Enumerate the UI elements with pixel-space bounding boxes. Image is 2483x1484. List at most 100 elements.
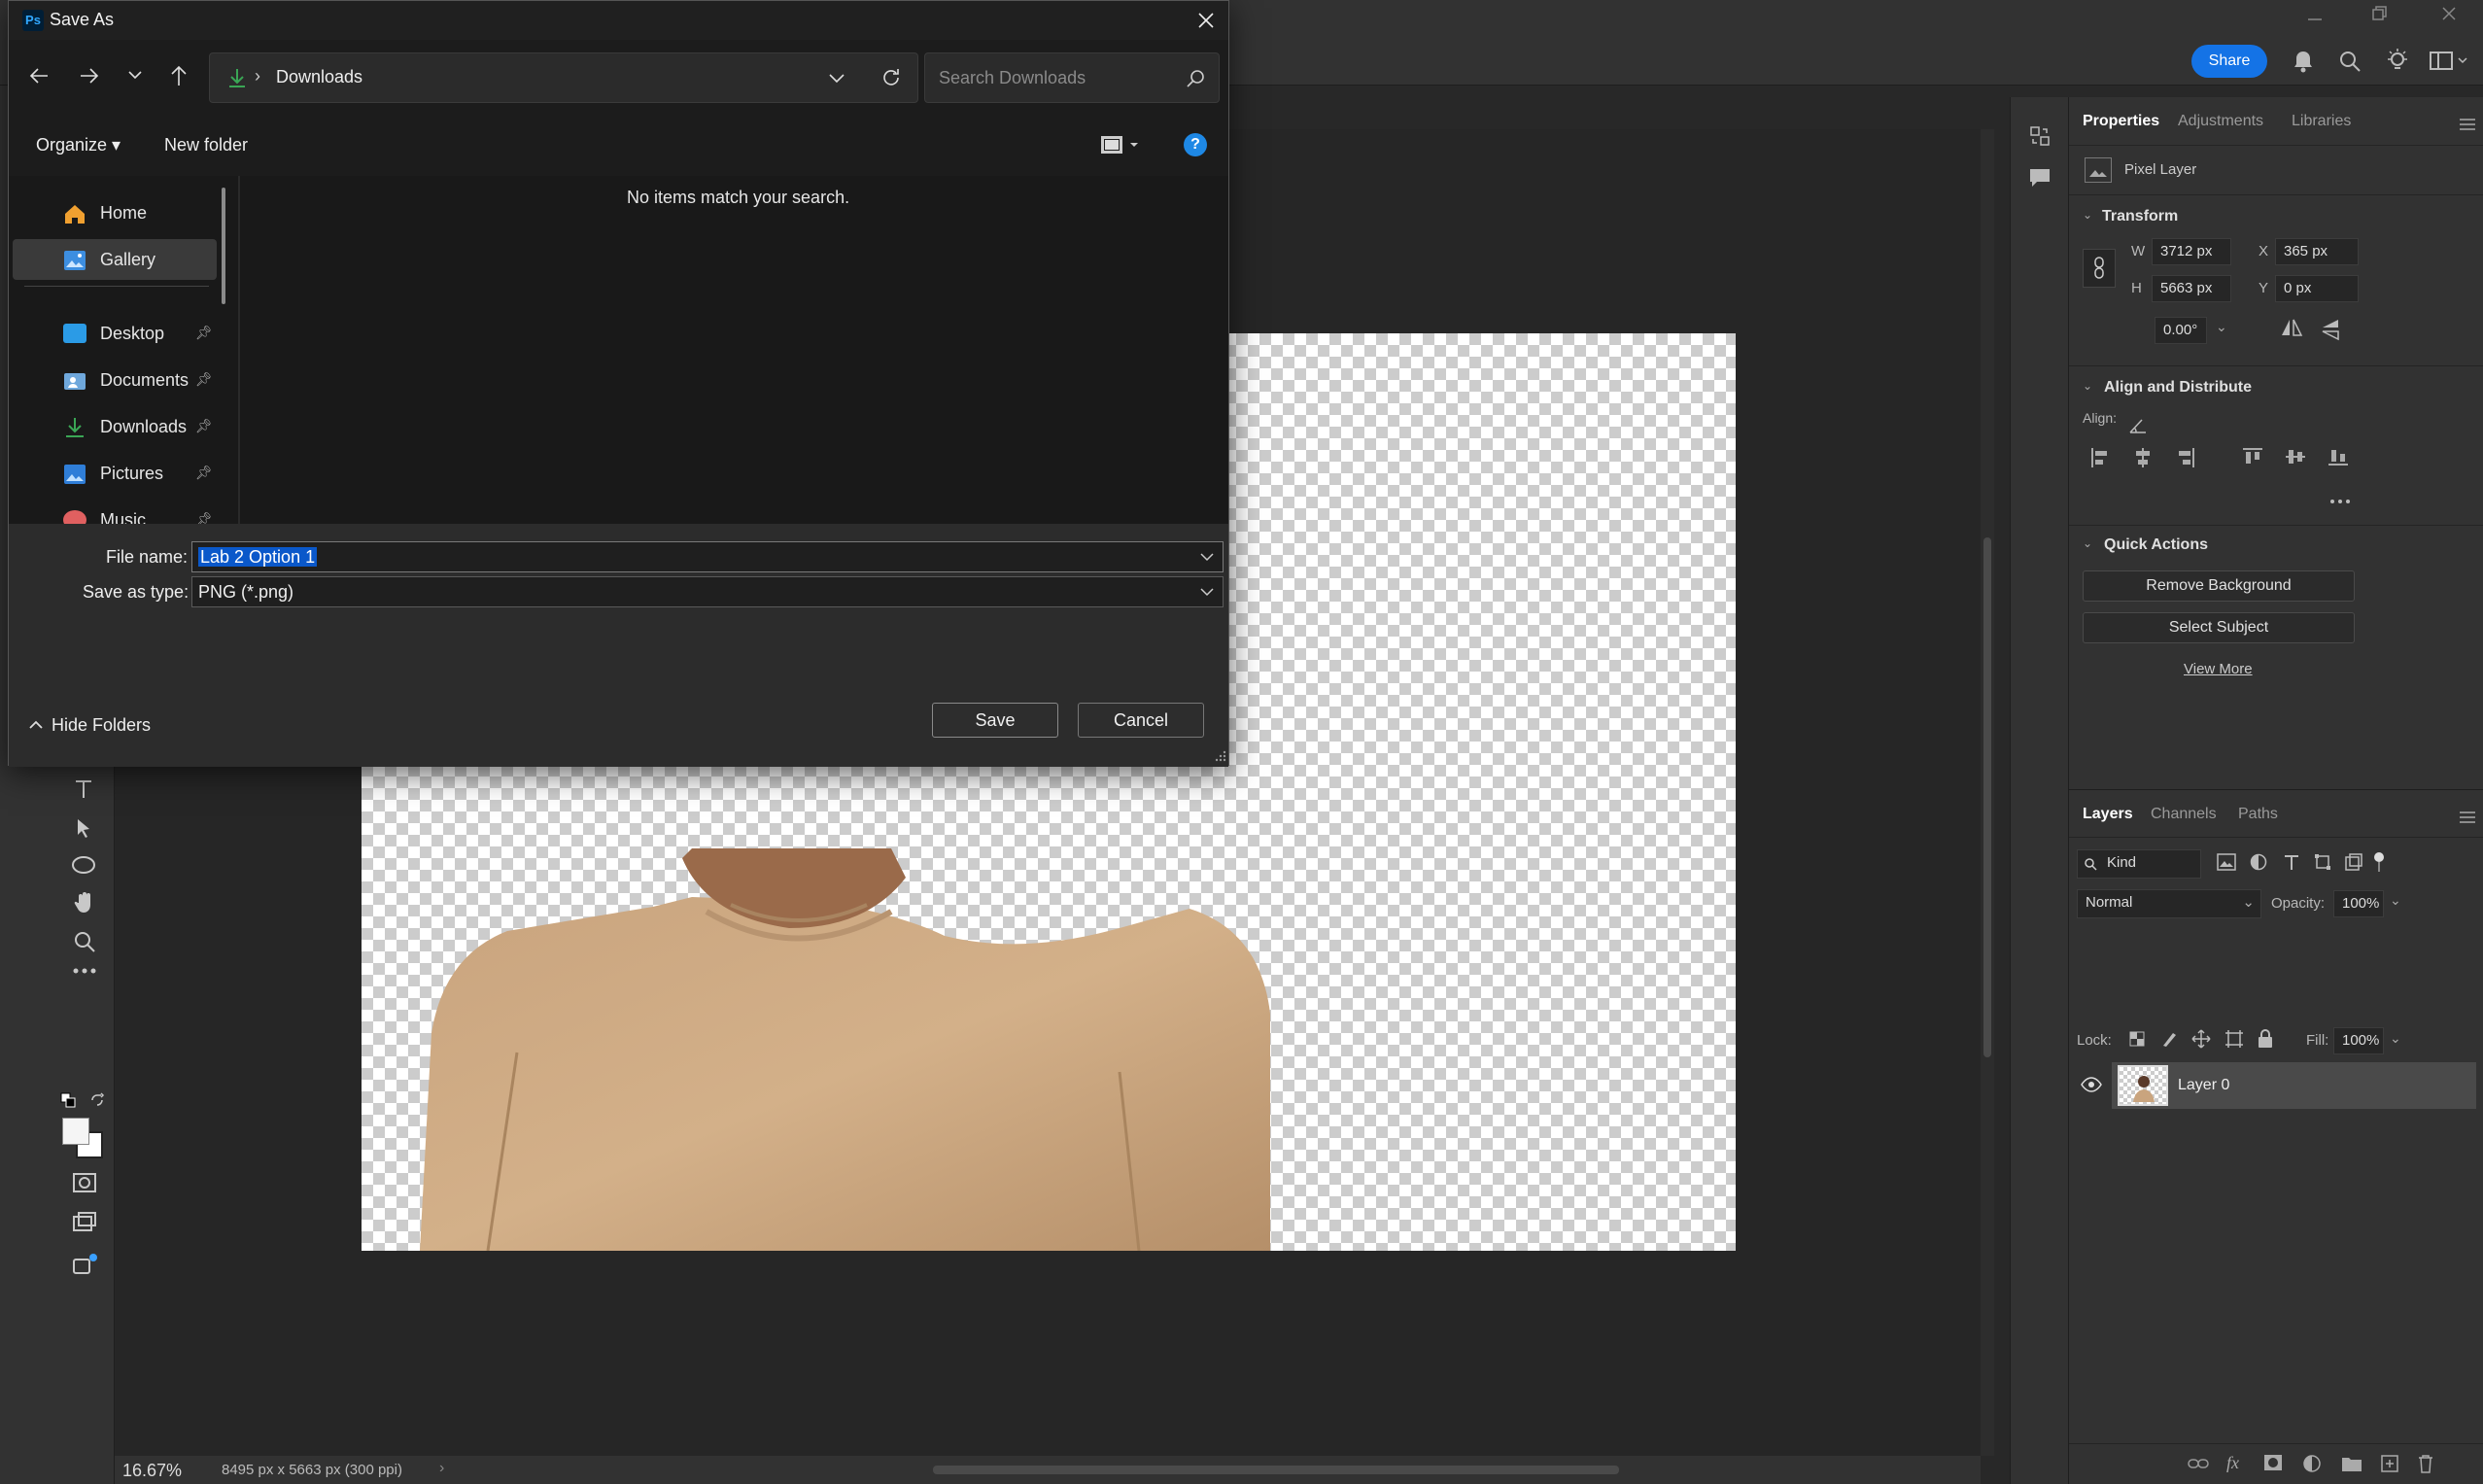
file-name-field[interactable]: Lab 2 Option 1: [191, 541, 1224, 572]
status-expand-icon[interactable]: ›: [439, 1460, 444, 1477]
nav-scrollbar-thumb[interactable]: [222, 188, 225, 304]
sidebar-item-desktop[interactable]: Desktop 📌︎: [13, 313, 217, 354]
vertical-scroll-thumb[interactable]: [1983, 537, 1991, 1057]
sidebar-item-music[interactable]: Music 📌︎: [13, 500, 217, 524]
ellipse-tool-icon[interactable]: [70, 853, 97, 877]
discover-lightbulb-icon[interactable]: [2385, 48, 2410, 75]
new-layer-icon[interactable]: [2380, 1454, 2399, 1473]
angle-field[interactable]: 0.00°: [2155, 317, 2207, 344]
more-tools-icon[interactable]: [72, 966, 97, 976]
help-icon[interactable]: ?: [1184, 133, 1207, 156]
layer-thumbnail[interactable]: [2118, 1065, 2168, 1106]
type-tool-icon[interactable]: [72, 777, 95, 801]
search-icon[interactable]: [2337, 49, 2362, 74]
fill-dropdown-icon[interactable]: ⌄: [2390, 1030, 2401, 1047]
quick-actions-title[interactable]: Quick Actions: [2104, 536, 2208, 554]
sidebar-item-documents[interactable]: Documents 📌︎: [13, 360, 217, 400]
lock-image-pixels-icon[interactable]: [2160, 1030, 2178, 1048]
angle-dropdown-icon[interactable]: ⌄: [2216, 319, 2227, 335]
flip-horizontal-icon[interactable]: [2279, 317, 2304, 338]
close-window-icon[interactable]: [2437, 2, 2461, 25]
align-distribute-title[interactable]: Align and Distribute: [2104, 379, 2252, 397]
blend-mode-dropdown[interactable]: Normal ⌄: [2077, 889, 2261, 918]
sidebar-item-pictures[interactable]: Pictures 📌︎: [13, 453, 217, 494]
x-position-field[interactable]: 365 px: [2275, 238, 2359, 265]
lock-artboard-icon[interactable]: [2224, 1029, 2244, 1049]
width-field[interactable]: 3712 px: [2152, 238, 2231, 265]
new-adjustment-layer-icon[interactable]: [2302, 1454, 2322, 1473]
sidebar-item-home[interactable]: Home: [13, 192, 217, 233]
history-panel-icon[interactable]: [2027, 123, 2052, 149]
canvas-vertical-scrollbar[interactable]: [1981, 129, 1994, 1456]
quick-mask-icon[interactable]: [72, 1172, 97, 1193]
chevron-down-icon[interactable]: ⌄: [2083, 536, 2092, 550]
lock-transparent-pixels-icon[interactable]: [2129, 1031, 2145, 1047]
fill-field[interactable]: 100%: [2333, 1027, 2384, 1054]
tab-channels[interactable]: Channels: [2151, 790, 2217, 833]
kind-filter-dropdown[interactable]: Kind: [2077, 849, 2201, 879]
address-bar[interactable]: › Downloads: [209, 52, 918, 103]
layers-panel-menu-icon[interactable]: [2460, 811, 2475, 823]
notifications-bell-icon[interactable]: [2291, 49, 2316, 74]
chevron-down-icon[interactable]: ⌄: [2083, 379, 2092, 393]
share-button[interactable]: Share: [2191, 45, 2267, 78]
tab-adjustments[interactable]: Adjustments: [2178, 97, 2263, 140]
layer-name[interactable]: Layer 0: [2178, 1077, 2229, 1094]
default-colors-icon[interactable]: [60, 1092, 76, 1108]
flip-vertical-icon[interactable]: [2320, 317, 2341, 342]
link-layers-icon[interactable]: [2188, 1456, 2209, 1471]
swap-colors-icon[interactable]: [89, 1092, 105, 1108]
search-icon[interactable]: [1186, 69, 1205, 88]
new-folder-button[interactable]: New folder: [164, 135, 248, 155]
zoom-level[interactable]: 16.67%: [122, 1461, 182, 1481]
filter-toggle-icon[interactable]: [2372, 851, 2386, 873]
align-top-icon[interactable]: [2242, 447, 2263, 466]
zoom-tool-icon[interactable]: [72, 929, 97, 954]
tab-layers[interactable]: Layers: [2083, 790, 2133, 833]
y-position-field[interactable]: 0 px: [2275, 275, 2359, 302]
hand-tool-icon[interactable]: [72, 890, 97, 915]
refresh-icon[interactable]: [880, 67, 902, 88]
screen-mode-icon[interactable]: [72, 1211, 97, 1232]
nav-pane-divider[interactable]: [238, 176, 240, 524]
align-middle-vertical-icon[interactable]: [2285, 447, 2306, 466]
opacity-field[interactable]: 100%: [2333, 890, 2384, 917]
save-button[interactable]: Save: [932, 703, 1058, 738]
view-more-link[interactable]: View More: [2184, 661, 2253, 677]
filter-type-icon[interactable]: [2283, 853, 2300, 871]
opacity-dropdown-icon[interactable]: ⌄: [2390, 892, 2401, 909]
resize-grip-icon[interactable]: [1214, 749, 1227, 763]
chevron-down-icon[interactable]: [1199, 550, 1215, 564]
forward-arrow-icon[interactable]: [79, 65, 100, 86]
select-subject-button[interactable]: Select Subject: [2083, 612, 2355, 643]
height-field[interactable]: 5663 px: [2152, 275, 2231, 302]
lock-position-icon[interactable]: [2191, 1029, 2211, 1049]
filter-adjustment-icon[interactable]: [2250, 853, 2267, 871]
comments-panel-icon[interactable]: [2027, 165, 2052, 190]
filter-shape-icon[interactable]: [2314, 853, 2331, 871]
sidebar-item-downloads[interactable]: Downloads 📌︎: [13, 406, 217, 447]
address-dropdown-chevron-icon[interactable]: [828, 73, 845, 85]
new-group-folder-icon[interactable]: [2341, 1455, 2362, 1472]
sidebar-item-gallery[interactable]: Gallery: [13, 239, 217, 280]
pin-icon[interactable]: 📌︎: [195, 418, 213, 434]
foreground-color-swatch[interactable]: [62, 1118, 89, 1145]
pin-icon[interactable]: 📌︎: [195, 371, 213, 388]
add-mask-icon[interactable]: [2263, 1454, 2283, 1471]
remove-background-button[interactable]: Remove Background: [2083, 570, 2355, 602]
chevron-down-icon[interactable]: ⌄: [2083, 208, 2092, 222]
filter-smart-object-icon[interactable]: [2345, 853, 2362, 871]
generative-fill-icon[interactable]: [72, 1252, 99, 1277]
align-bottom-icon[interactable]: [2328, 447, 2349, 466]
organize-button[interactable]: Organize ▾: [36, 135, 121, 155]
tab-paths[interactable]: Paths: [2238, 790, 2278, 833]
transform-title[interactable]: Transform: [2102, 208, 2178, 225]
align-left-icon[interactable]: [2090, 447, 2110, 468]
change-view-icon[interactable]: [1099, 133, 1142, 156]
restore-icon[interactable]: [2367, 2, 2391, 25]
up-arrow-icon[interactable]: [168, 64, 190, 87]
horizontal-scroll-thumb[interactable]: [933, 1466, 1619, 1474]
save-as-type-dropdown[interactable]: PNG (*.png): [191, 576, 1224, 607]
panel-menu-icon[interactable]: [2460, 119, 2475, 130]
visibility-eye-icon[interactable]: [2081, 1077, 2102, 1092]
